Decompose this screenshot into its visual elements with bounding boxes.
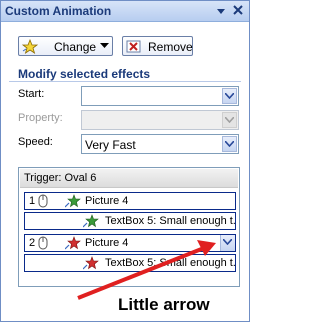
trigger-label: Trigger: Oval 6 — [24, 172, 97, 184]
star-effect-icon — [22, 39, 38, 54]
pane-title: Custom Animation — [5, 4, 112, 18]
remove-effect-icon — [126, 40, 141, 53]
pane-menu-arrow-icon[interactable] — [215, 5, 227, 17]
effect-name: Picture 4 — [85, 237, 129, 249]
start-select[interactable] — [81, 86, 239, 106]
start-dropdown-button[interactable] — [222, 88, 237, 104]
effect-name: TextBox 5: Small enough t... — [105, 257, 235, 269]
effect-sequence-number: 2 — [29, 237, 36, 249]
trigger-header[interactable]: Trigger: Oval 6 — [20, 169, 238, 188]
mouse-click-icon — [38, 194, 48, 208]
property-label: Property: — [18, 112, 63, 124]
remove-button-label: Remove — [148, 40, 193, 54]
exit-effect-icon — [65, 236, 81, 250]
chevron-down-icon — [100, 43, 109, 48]
exit-effect-icon — [83, 256, 99, 270]
chevron-down-icon — [225, 141, 234, 147]
custom-animation-pane: Custom Animation Change Remove Modify se… — [0, 0, 250, 322]
entrance-effect-icon — [83, 214, 99, 228]
effect-list-item[interactable]: 1 Picture 4 — [24, 192, 236, 210]
effect-list-item[interactable]: TextBox 5: Small enough t... — [24, 254, 236, 272]
change-button-label: Change — [54, 40, 97, 54]
chevron-down-icon — [225, 93, 234, 99]
change-button[interactable]: Change — [18, 36, 113, 56]
pane-title-bar: Custom Animation — [1, 1, 249, 22]
speed-label: Speed: — [18, 136, 53, 148]
effect-list-item-selected[interactable]: 2 Picture 4 — [24, 234, 236, 252]
speed-dropdown-button[interactable] — [222, 136, 237, 152]
mouse-click-icon — [38, 236, 48, 250]
close-icon[interactable] — [231, 3, 245, 17]
annotation-caption: Little arrow — [118, 295, 210, 314]
remove-button[interactable]: Remove — [122, 36, 193, 56]
start-label: Start: — [18, 88, 45, 100]
animation-effects-list[interactable]: Trigger: Oval 6 1 Picture 4 TextBox 5: S… — [18, 167, 240, 287]
entrance-effect-icon — [65, 194, 81, 208]
speed-select[interactable]: Very Fast — [81, 134, 239, 154]
effect-sequence-number: 1 — [29, 195, 36, 207]
effect-name: Picture 4 — [85, 195, 129, 207]
effect-list-item[interactable]: TextBox 5: Small enough t... — [24, 212, 236, 230]
chevron-down-icon — [223, 239, 232, 245]
chevron-down-icon — [225, 117, 234, 123]
property-select — [81, 110, 239, 130]
modify-section-heading: Modify selected effects — [18, 67, 151, 81]
effect-options-dropdown-button[interactable] — [220, 235, 235, 251]
speed-value: Very Fast — [85, 138, 136, 152]
property-dropdown-button — [222, 112, 237, 128]
section-divider — [9, 81, 241, 82]
effect-name: TextBox 5: Small enough t... — [105, 215, 235, 227]
